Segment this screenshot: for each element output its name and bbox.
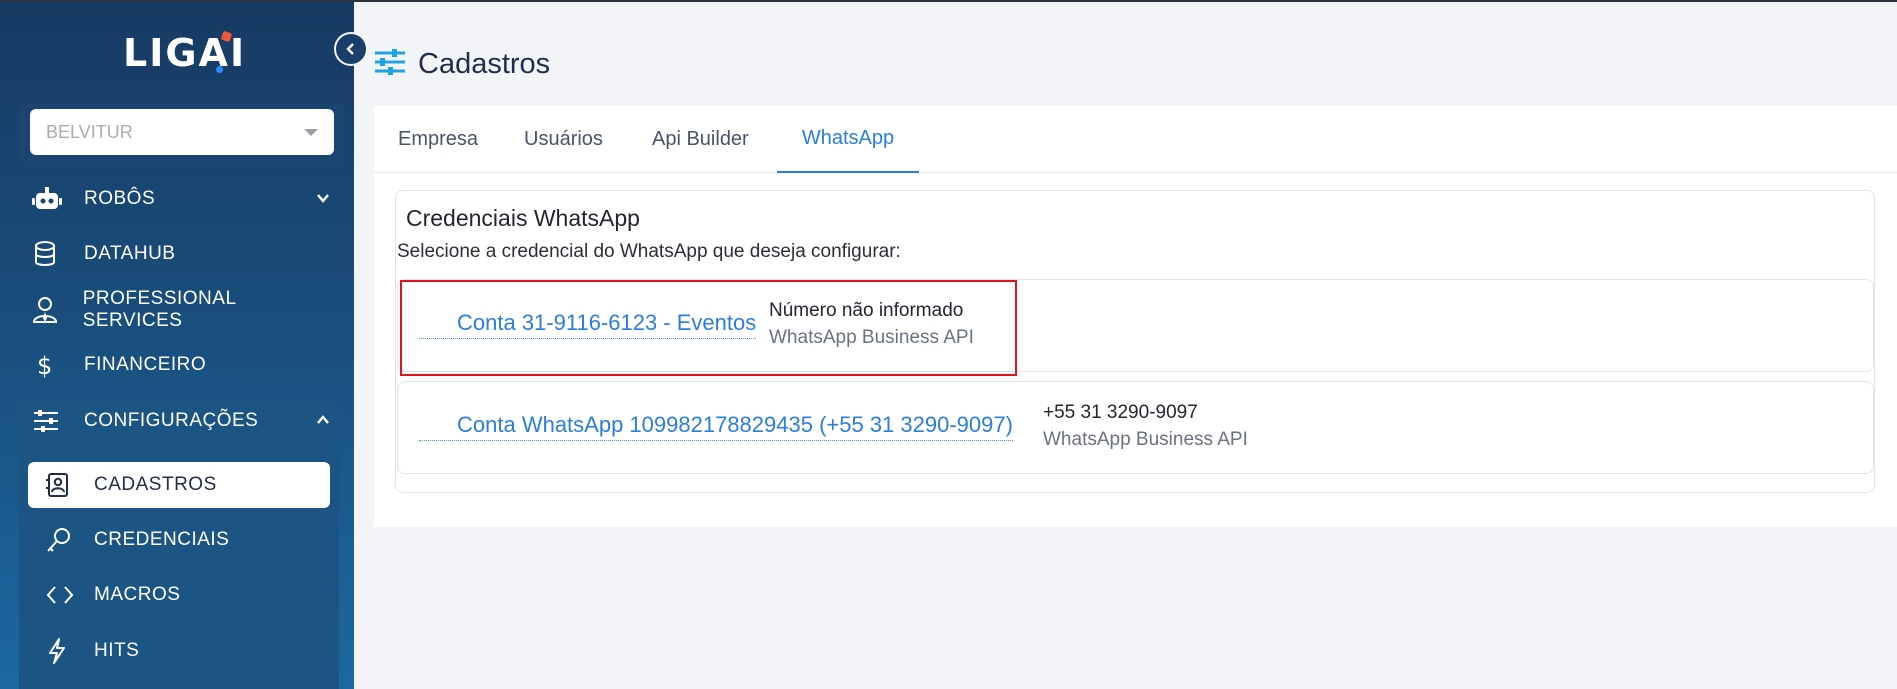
sidebar-item-label: FINANCEIRO	[84, 354, 207, 375]
chevron-up-icon	[314, 411, 332, 434]
sidebar-subitem-label: HITS	[94, 640, 140, 661]
sidebar-subitem-credenciais[interactable]: CREDENCIAIS	[28, 517, 330, 563]
sliders-icon	[374, 48, 406, 81]
logo-accent-dot	[216, 66, 223, 73]
credential-item[interactable]: Conta 31-9116-6123 - Eventos Número não …	[397, 279, 1874, 372]
database-icon	[32, 240, 68, 268]
dollar-icon: $	[32, 351, 68, 379]
sidebar-item-robos[interactable]: ROBÔS	[32, 179, 332, 219]
sidebar-item-label: CONFIGURAÇÕES	[84, 410, 259, 431]
sidebar-subitem-label: CREDENCIAIS	[94, 529, 230, 550]
page-title-text: Cadastros	[418, 48, 551, 80]
sidebar-item-label: DATAHUB	[84, 243, 176, 264]
sidebar-item-financeiro[interactable]: $ FINANCEIRO	[32, 345, 332, 385]
organization-select[interactable]: BELVITUR	[30, 109, 334, 155]
sidebar-subitem-macros[interactable]: MACROS	[28, 572, 330, 618]
sidebar-item-label: PROFESSIONAL SERVICES	[82, 288, 236, 331]
whatsapp-credentials-panel: Credenciais WhatsApp Selecione a credenc…	[395, 190, 1875, 493]
chevron-down-icon	[314, 189, 332, 212]
sidebar-item-professional-services[interactable]: PROFESSIONAL SERVICES	[32, 288, 332, 331]
collapse-sidebar-button[interactable]	[334, 32, 368, 66]
sidebar-subitem-hits[interactable]: HITS	[28, 628, 330, 674]
contact-card-icon	[46, 471, 74, 499]
main-content-card: Empresa Usuários Api Builder WhatsApp Cr…	[374, 106, 1897, 527]
sidebar-subitem-label: MACROS	[94, 584, 181, 605]
ligai-logo[interactable]: LIGAI	[123, 28, 244, 78]
sidebar-subitem-label: CADASTROS	[94, 474, 217, 495]
credential-type: WhatsApp Business API	[769, 327, 974, 348]
robot-icon	[32, 185, 68, 213]
tab-api-builder[interactable]: Api Builder	[652, 106, 749, 173]
credential-number: +55 31 3290-9097	[1043, 402, 1198, 423]
sidebar: LIGAI BELVITUR ROBÔS DATAHUB PROFESSIONA…	[0, 0, 354, 689]
user-tie-icon	[32, 296, 67, 324]
panel-title: Credenciais WhatsApp	[406, 205, 640, 231]
sidebar-item-label: ROBÔS	[84, 188, 156, 209]
svg-text:$: $	[37, 352, 52, 379]
credential-item[interactable]: Conta WhatsApp 109982178829435 (+55 31 3…	[397, 381, 1874, 474]
tab-whatsapp[interactable]: WhatsApp	[777, 106, 919, 173]
tabs-bar: Empresa Usuários Api Builder WhatsApp	[374, 106, 1897, 173]
chevron-left-icon	[346, 43, 354, 55]
sidebar-subitem-cadastros[interactable]: CADASTROS	[28, 462, 330, 508]
tab-empresa[interactable]: Empresa	[398, 106, 478, 173]
organization-selector-container: BELVITUR	[19, 104, 345, 162]
sidebar-item-datahub[interactable]: DATAHUB	[32, 234, 332, 274]
tab-usuarios[interactable]: Usuários	[524, 106, 603, 173]
caret-down-icon	[304, 128, 318, 136]
credential-type: WhatsApp Business API	[1043, 429, 1248, 450]
sliders-icon	[32, 407, 68, 435]
bolt-icon	[46, 637, 74, 665]
organization-select-value: BELVITUR	[46, 121, 133, 142]
key-icon	[46, 526, 74, 554]
credential-number: Número não informado	[769, 300, 964, 321]
code-icon	[46, 581, 74, 609]
window-top-border	[0, 0, 1897, 2]
credential-name-link[interactable]: Conta 31-9116-6123 - Eventos	[419, 310, 757, 339]
sidebar-item-configuracoes[interactable]: CONFIGURAÇÕES	[32, 401, 332, 441]
panel-subtitle: Selecione a credencial do WhatsApp que d…	[397, 241, 901, 262]
credential-name-link[interactable]: Conta WhatsApp 109982178829435 (+55 31 3…	[419, 412, 1013, 441]
page-title: Cadastros	[374, 48, 550, 81]
